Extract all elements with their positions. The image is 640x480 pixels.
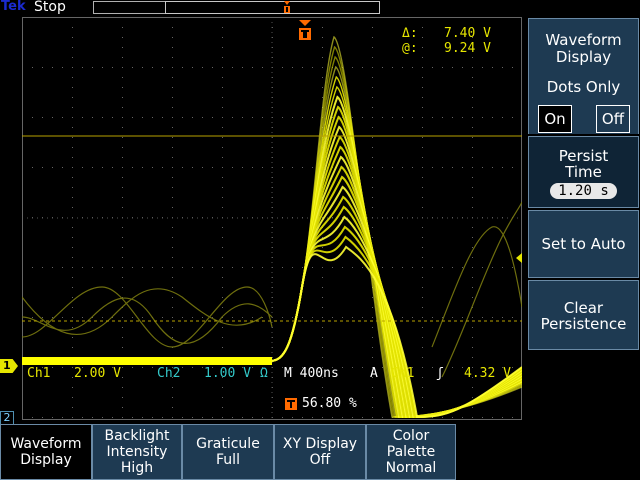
ch2-scale: 1.00 V: [204, 366, 251, 381]
trigger-position-readout: 56.80 %: [302, 396, 357, 411]
clear-persistence-label-2: Persistence: [540, 315, 627, 333]
side-menu: Waveform Display Dots Only On Off Persis…: [528, 18, 640, 480]
ch1-scale: 2.00 V: [74, 366, 121, 381]
logo-text: Tek: [1, 0, 26, 14]
delta-label: Δ:: [402, 26, 418, 41]
ch1-ground-marker[interactable]: 1: [0, 359, 18, 373]
side-menu-dots-only-panel: Waveform Display Dots Only On Off: [528, 18, 639, 134]
xy-display-button[interactable]: XY Display Off: [274, 424, 366, 480]
bottom-btn-label: Color: [392, 428, 430, 444]
ch2-coupling: Ω: [260, 366, 268, 381]
bottom-btn-label: Palette: [386, 444, 436, 460]
bottom-btn-label: Graticule: [196, 436, 260, 452]
trigger-source: Ch1: [391, 366, 415, 381]
at-value: 9.24 V: [444, 41, 491, 56]
at-label: @:: [402, 41, 418, 56]
trigger-mode: A: [370, 366, 378, 381]
bottom-btn-label: Full: [216, 452, 240, 468]
channel-info-bar: Ch1 2.00 V Ch2 1.00 V Ω M 400ns A Ch1 ʃ …: [24, 366, 520, 384]
timebase: M 400ns: [284, 366, 339, 381]
trigger-position-readout-icon: [285, 398, 297, 410]
clear-persistence-button[interactable]: Clear Persistence: [528, 280, 639, 350]
dots-only-off-button[interactable]: Off: [596, 105, 630, 133]
side-menu-title-1: Waveform: [545, 31, 622, 49]
side-menu-title-2: Display: [555, 48, 612, 66]
bottom-btn-label: Display: [20, 452, 72, 468]
bottom-btn-label: Off: [309, 452, 331, 468]
dots-only-label: Dots Only: [546, 78, 621, 96]
persist-time-button[interactable]: Persist Time 1.20 s: [528, 136, 639, 208]
bottom-btn-label: Waveform: [10, 436, 82, 452]
delta-value: 7.40 V: [444, 26, 491, 41]
dots-only-on-button[interactable]: On: [538, 105, 572, 133]
record-trigger-icon: [284, 1, 290, 13]
bottom-menu-empty: [456, 424, 640, 480]
clear-persistence-label-1: Clear: [563, 299, 604, 317]
persist-time-label-1: Persist: [558, 147, 609, 165]
persist-time-label-2: Time: [565, 163, 602, 181]
waveform-graticule[interactable]: [22, 17, 522, 420]
ch2-label: Ch2: [157, 366, 181, 381]
set-to-auto-button[interactable]: Set to Auto: [528, 210, 639, 278]
menu-level-indicator: 2: [0, 411, 14, 425]
trigger-slope-icon: ʃ: [436, 366, 444, 381]
ch1-label: Ch1: [27, 366, 51, 381]
trigger-level: 4.32 V: [464, 366, 511, 381]
bottom-btn-label: Intensity: [106, 444, 168, 460]
bottom-btn-label: Normal: [385, 460, 437, 476]
color-palette-button[interactable]: Color Palette Normal: [366, 424, 456, 480]
graticule-button[interactable]: Graticule Full: [182, 424, 274, 480]
waveform-display-button[interactable]: Waveform Display: [0, 424, 92, 480]
bottom-btn-label: Backlight: [104, 428, 170, 444]
bottom-btn-label: High: [120, 460, 154, 476]
bottom-btn-label: XY Display: [282, 436, 358, 452]
persist-time-value: 1.20 s: [550, 183, 617, 199]
run-status: Stop: [34, 0, 66, 15]
bottom-menu: Waveform Display Backlight Intensity Hig…: [0, 424, 640, 480]
backlight-intensity-button[interactable]: Backlight Intensity High: [92, 424, 182, 480]
record-view-window: [165, 1, 380, 14]
tek-logo: Tek: [0, 0, 32, 16]
